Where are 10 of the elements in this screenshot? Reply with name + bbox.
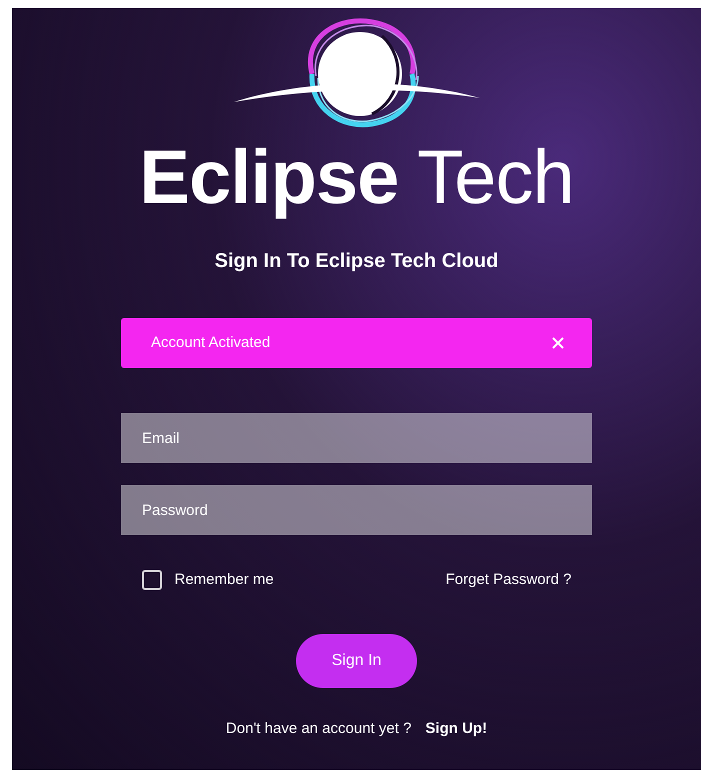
remember-label: Remember me bbox=[174, 570, 274, 590]
alert-message: Account Activated bbox=[151, 332, 270, 353]
logo-text: Eclipse Tech bbox=[139, 138, 574, 218]
sign-up-link[interactable]: Sign Up! bbox=[425, 718, 488, 740]
remember-checkbox[interactable] bbox=[142, 570, 162, 590]
signup-prompt: Don't have an account yet ? bbox=[226, 718, 412, 738]
sign-in-button[interactable]: Sign In bbox=[296, 634, 417, 688]
forgot-password-link[interactable]: Forget Password ? bbox=[446, 569, 572, 592]
close-icon[interactable] bbox=[552, 337, 564, 349]
sign-in-heading: Sign In To Eclipse Tech Cloud bbox=[214, 249, 498, 274]
